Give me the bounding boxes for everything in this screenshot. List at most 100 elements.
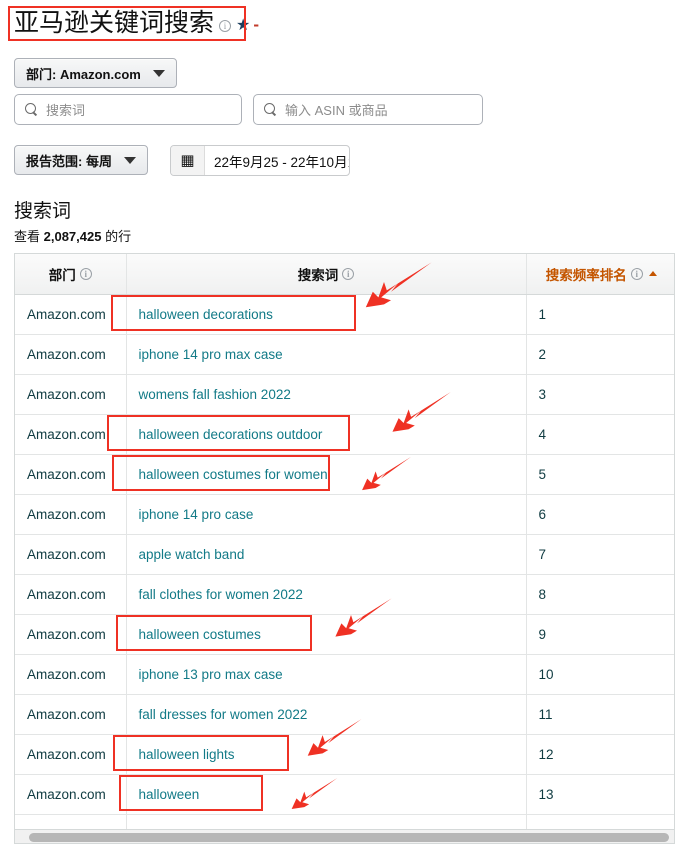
- row-count-value: 2,087,425: [44, 229, 102, 244]
- search-term-link[interactable]: halloween costumes: [139, 627, 261, 642]
- horizontal-scrollbar-thumb[interactable]: [29, 833, 669, 842]
- table-body: Amazon.comhalloween decorations1Amazon.c…: [15, 294, 675, 830]
- calendar-icon[interactable]: ▦: [171, 146, 205, 175]
- cell-department: Amazon.com: [15, 534, 126, 574]
- cell-search-term: halloween costumes for women: [126, 454, 526, 494]
- search-term-link[interactable]: iphone 13 pro max case: [139, 667, 283, 682]
- asin-search-placeholder: 输入 ASIN 或商品: [285, 100, 388, 119]
- table-row: Amazon.com iphone 14 pro max case 2: [15, 334, 675, 374]
- section-title: 搜索词: [14, 196, 71, 223]
- cell-search-frequency-rank: 14: [526, 814, 675, 830]
- cell-search-frequency-rank: 6: [526, 494, 675, 534]
- cell-department: Amazon.com: [15, 414, 126, 454]
- keyword-search-input[interactable]: 搜索词: [14, 94, 242, 125]
- info-icon[interactable]: i: [80, 268, 92, 280]
- column-header-search-frequency-rank-label: 搜索频率排名: [546, 264, 627, 284]
- cell-search-term: iphone 14 pro max case: [126, 334, 526, 374]
- cell-search-term: dresses for women 2022: [126, 814, 526, 830]
- table-row: Amazon.com fall clothes for women 2022 8: [15, 574, 675, 614]
- table-row: Amazon.com halloween costumes for women 5: [15, 454, 675, 494]
- cell-search-frequency-rank: 5: [526, 454, 675, 494]
- cell-search-term: iphone 13 pro max case: [126, 654, 526, 694]
- search-terms-table: 部门 i 搜索词 i 搜索频率排名 i: [15, 254, 675, 830]
- search-terms-table-container: 部门 i 搜索词 i 搜索频率排名 i: [14, 253, 675, 830]
- table-row: Amazon.com halloween decorations outdoor 4: [15, 414, 675, 454]
- chevron-down-icon: [153, 70, 165, 77]
- table-row: Amazon.com iphone 13 pro max case 10: [15, 654, 675, 694]
- cell-search-term: halloween decorations outdoor: [126, 414, 526, 454]
- cell-search-frequency-rank: 3: [526, 374, 675, 414]
- cell-search-term: halloween costumes: [126, 614, 526, 654]
- chevron-down-icon: [124, 157, 136, 164]
- search-term-link[interactable]: halloween: [139, 787, 200, 802]
- table-row: Amazon.com halloween lights 12: [15, 734, 675, 774]
- cell-department: Amazon.com: [15, 734, 126, 774]
- search-icon: [25, 103, 38, 116]
- date-range-picker[interactable]: ▦ 22年9月25 - 22年10月1: [170, 145, 350, 176]
- cell-department: Amazon.com: [15, 294, 126, 334]
- info-icon[interactable]: i: [219, 20, 231, 32]
- dash-icon: -: [253, 15, 259, 35]
- cell-department: Amazon.com: [15, 574, 126, 614]
- table-row: Amazon.com halloween costumes 9: [15, 614, 675, 654]
- search-term-link[interactable]: halloween decorations: [139, 307, 273, 322]
- table-row: Amazon.comdresses for women 202214: [15, 814, 675, 830]
- row-count-suffix: 的行: [101, 229, 131, 244]
- cell-department: Amazon.com: [15, 774, 126, 814]
- column-header-department-label: 部门: [49, 264, 76, 284]
- cell-department: Amazon.com: [15, 454, 126, 494]
- cell-search-frequency-rank: 1: [526, 294, 675, 334]
- cell-search-frequency-rank: 2: [526, 334, 675, 374]
- department-dropdown-label: 部门: Amazon.com: [26, 64, 141, 83]
- cell-search-term: fall dresses for women 2022: [126, 694, 526, 734]
- search-term-link[interactable]: iphone 14 pro max case: [139, 347, 283, 362]
- department-dropdown-button[interactable]: 部门: Amazon.com: [14, 58, 177, 88]
- column-header-search-term-label: 搜索词: [298, 264, 339, 284]
- search-term-link[interactable]: womens fall fashion 2022: [139, 387, 291, 402]
- cell-search-term: iphone 14 pro case: [126, 494, 526, 534]
- search-term-link[interactable]: apple watch band: [139, 547, 245, 562]
- search-icon: [264, 103, 277, 116]
- table-row: Amazon.com iphone 14 pro case 6: [15, 494, 675, 534]
- cell-search-frequency-rank: 12: [526, 734, 675, 774]
- cell-department: Amazon.com: [15, 694, 126, 734]
- cell-search-term: halloween: [126, 774, 526, 814]
- page-root: 亚马逊关键词搜索 i ★ - 部门: Amazon.com 搜索词 输入 ASI…: [0, 0, 689, 846]
- info-icon[interactable]: i: [342, 268, 354, 280]
- search-term-link[interactable]: iphone 14 pro case: [139, 507, 254, 522]
- search-term-link[interactable]: halloween lights: [139, 747, 235, 762]
- search-term-link[interactable]: halloween decorations outdoor: [139, 427, 323, 442]
- page-title: 亚马逊关键词搜索: [14, 8, 214, 38]
- search-term-link[interactable]: fall clothes for women 2022: [139, 587, 303, 602]
- page-header: 亚马逊关键词搜索 i ★ -: [14, 8, 259, 38]
- cell-search-frequency-rank: 9: [526, 614, 675, 654]
- search-term-link[interactable]: halloween costumes for women: [139, 467, 328, 482]
- horizontal-scrollbar[interactable]: [14, 830, 675, 844]
- cell-department: Amazon.com: [15, 494, 126, 534]
- cell-search-frequency-rank: 4: [526, 414, 675, 454]
- report-range-dropdown-button[interactable]: 报告范围: 每周: [14, 145, 148, 175]
- star-icon[interactable]: ★: [236, 15, 250, 35]
- table-row: Amazon.comhalloween13: [15, 774, 675, 814]
- column-header-search-term[interactable]: 搜索词 i: [126, 254, 526, 294]
- asin-search-input[interactable]: 输入 ASIN 或商品: [253, 94, 483, 125]
- table-row: Amazon.comfall dresses for women 202211: [15, 694, 675, 734]
- cell-department: Amazon.com: [15, 614, 126, 654]
- cell-department: Amazon.com: [15, 814, 126, 830]
- cell-search-frequency-rank: 10: [526, 654, 675, 694]
- info-icon[interactable]: i: [631, 268, 643, 280]
- cell-department: Amazon.com: [15, 334, 126, 374]
- cell-search-term: womens fall fashion 2022: [126, 374, 526, 414]
- column-header-department[interactable]: 部门 i: [15, 254, 126, 294]
- table-row: Amazon.comapple watch band7: [15, 534, 675, 574]
- date-range-value: 22年9月25 - 22年10月1: [205, 151, 349, 171]
- table-header-row: 部门 i 搜索词 i 搜索频率排名 i: [15, 254, 675, 294]
- cell-department: Amazon.com: [15, 654, 126, 694]
- cell-search-term: fall clothes for women 2022: [126, 574, 526, 614]
- search-term-link[interactable]: fall dresses for women 2022: [139, 707, 308, 722]
- cell-search-term: halloween decorations: [126, 294, 526, 334]
- cell-search-term: halloween lights: [126, 734, 526, 774]
- cell-search-term: apple watch band: [126, 534, 526, 574]
- cell-search-frequency-rank: 8: [526, 574, 675, 614]
- column-header-search-frequency-rank[interactable]: 搜索频率排名 i: [526, 254, 675, 294]
